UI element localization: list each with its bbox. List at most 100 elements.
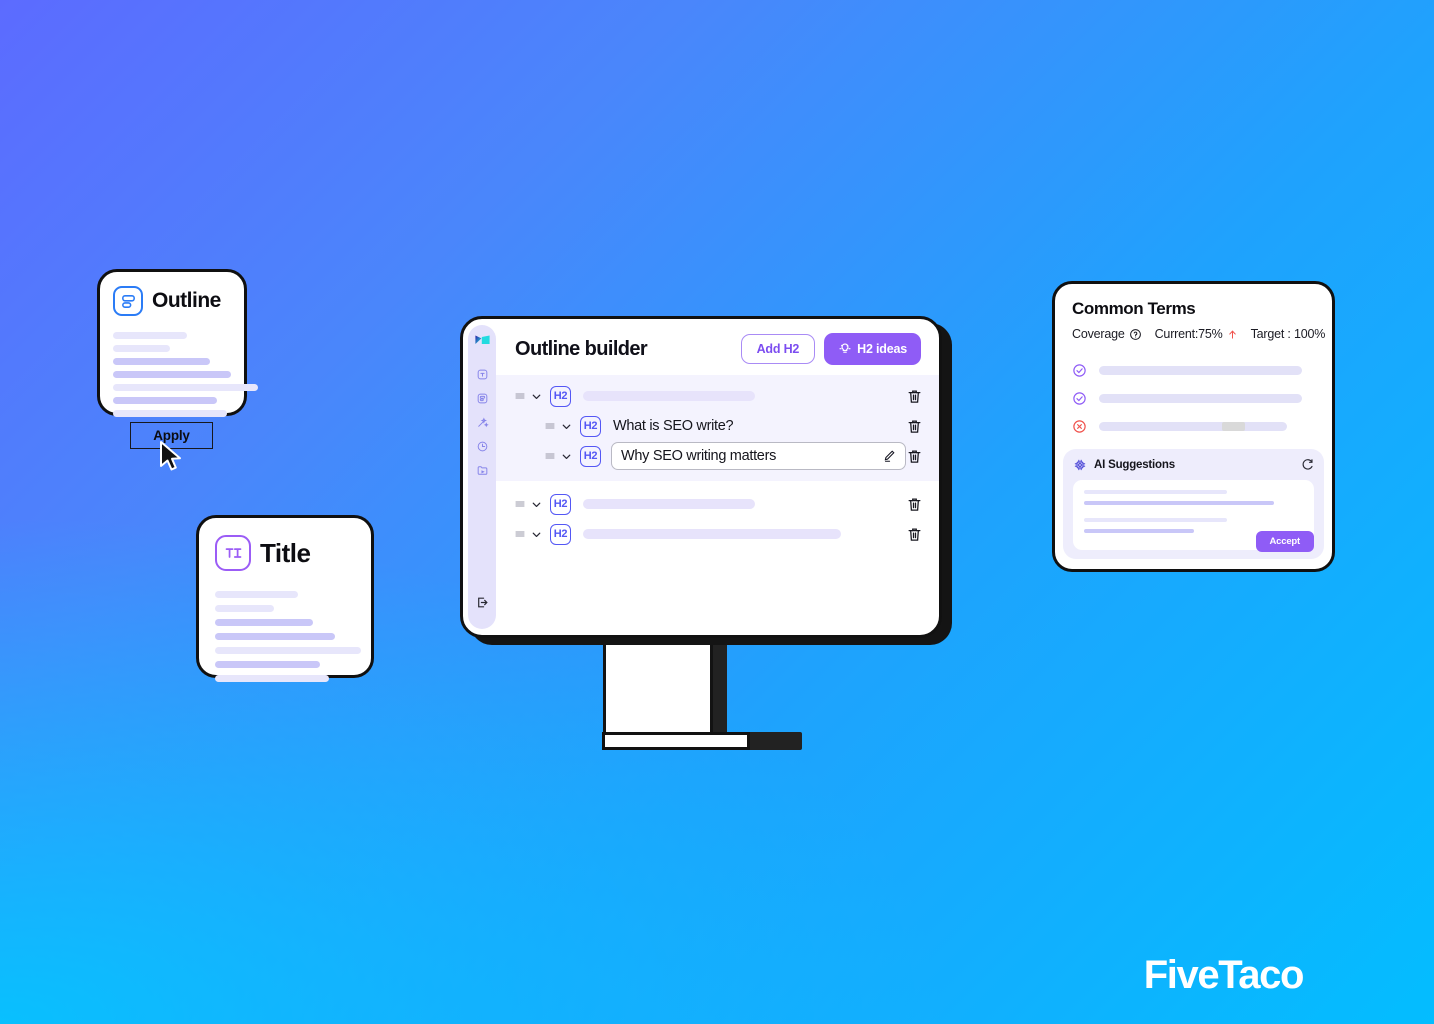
common-terms-card: Common Terms Coverage Current:75% Target… <box>1052 281 1335 572</box>
title-text-icon <box>215 535 251 571</box>
app-sidebar <box>468 325 496 629</box>
common-term-bar <box>1099 422 1287 431</box>
heading-placeholder-bar <box>583 391 755 401</box>
accept-suggestion-button[interactable]: Accept <box>1255 531 1314 552</box>
ai-chip-icon <box>1074 459 1086 471</box>
app-logo-icon[interactable] <box>474 332 491 349</box>
skeleton-line <box>113 397 217 404</box>
h2-ideas-label: H2 ideas <box>857 342 907 356</box>
target-coverage-group: Target : 100% <box>1251 327 1326 341</box>
drag-handle-icon[interactable] <box>544 450 556 462</box>
heading-text-value: What is SEO write? <box>613 418 734 434</box>
folder-icon[interactable] <box>476 464 489 477</box>
common-terms-head: Common Terms Coverage Current:75% Target… <box>1055 284 1332 434</box>
skeleton-line <box>215 633 335 640</box>
add-h2-button[interactable]: Add H2 <box>740 334 816 364</box>
fivetaco-watermark: FiveTaco <box>1143 953 1305 997</box>
heading-level-tag[interactable]: H2 <box>580 445 601 467</box>
ai-suggestions-panel: AI Suggestions Accept <box>1063 449 1324 559</box>
chevron-down-icon[interactable] <box>530 498 543 511</box>
accept-label: Accept <box>1269 536 1301 547</box>
common-terms-title: Common Terms <box>1072 299 1196 318</box>
outline-row[interactable]: H2 <box>496 381 939 411</box>
monitor-mockup: Outline builder Add H2 H2 ideas H2 H2 Wh… <box>460 316 952 756</box>
skeleton-line <box>113 384 258 391</box>
common-term-gap <box>1222 422 1245 431</box>
outline-blocks-icon <box>113 286 143 316</box>
skeleton-line <box>215 605 274 612</box>
trash-icon[interactable] <box>906 526 923 543</box>
outline-row[interactable]: H2 <box>496 489 939 519</box>
common-term-row <box>1072 363 1315 378</box>
app-main: Outline builder Add H2 H2 ideas H2 H2 Wh… <box>496 319 939 635</box>
outline-row[interactable]: H2 <box>496 519 939 549</box>
logout-icon[interactable] <box>476 596 489 609</box>
skeleton-line <box>113 345 170 352</box>
outline-row[interactable]: H2 What is SEO write? <box>496 411 939 441</box>
h2-ideas-button[interactable]: H2 ideas <box>824 333 921 365</box>
common-term-row <box>1072 391 1315 406</box>
check-circle-icon <box>1073 364 1086 377</box>
heading-text-input[interactable]: Why SEO writing matters <box>611 442 906 470</box>
sidebar-icon-list <box>476 368 489 488</box>
title-card-skeleton <box>215 591 361 682</box>
skeleton-line <box>215 619 313 626</box>
trash-icon[interactable] <box>906 388 923 405</box>
skeleton-line <box>113 358 210 365</box>
outline-tool-icon[interactable] <box>476 392 489 405</box>
x-circle-icon <box>1073 420 1086 433</box>
heading-level-tag[interactable]: H2 <box>580 415 601 437</box>
skeleton-line <box>1084 490 1227 494</box>
history-clock-icon[interactable] <box>476 440 489 453</box>
skeleton-line <box>1084 518 1227 522</box>
skeleton-line <box>113 371 231 378</box>
chevron-down-icon[interactable] <box>530 390 543 403</box>
common-term-row <box>1072 419 1315 434</box>
outline-row[interactable]: H2 Why SEO writing matters <box>496 441 939 471</box>
ai-suggestions-header: AI Suggestions <box>1073 458 1314 472</box>
refresh-icon[interactable] <box>1300 458 1314 472</box>
heading-level-tag[interactable]: H2 <box>550 493 571 515</box>
chevron-down-icon[interactable] <box>560 420 573 433</box>
drag-handle-icon[interactable] <box>514 498 526 510</box>
outline-card-skeleton <box>113 332 258 417</box>
help-circle-icon[interactable] <box>1129 328 1142 341</box>
arrow-up-icon <box>1228 329 1236 339</box>
header-actions: Add H2 H2 ideas <box>740 333 921 365</box>
chevron-down-icon[interactable] <box>530 528 543 541</box>
outline-rows-group: H2 H2 What is SEO write? H2 Why SEO writing … <box>496 375 939 481</box>
common-term-bar <box>1099 366 1302 375</box>
chevron-down-icon[interactable] <box>560 450 573 463</box>
drag-handle-icon[interactable] <box>544 420 556 432</box>
title-card-title: Title <box>260 537 311 568</box>
heading-text-value: Why SEO writing matters <box>621 448 777 464</box>
pencil-edit-icon[interactable] <box>882 449 896 463</box>
page-title: Outline builder <box>515 337 648 360</box>
monitor-stand-post <box>713 637 727 747</box>
trash-icon[interactable] <box>906 418 923 435</box>
skeleton-line <box>113 332 187 339</box>
drag-handle-icon[interactable] <box>514 528 526 540</box>
magic-wand-icon[interactable] <box>476 416 489 429</box>
drag-handle-icon[interactable] <box>514 390 526 402</box>
ai-suggestion-content: Accept <box>1073 480 1314 552</box>
monitor-stand-neck <box>603 637 713 747</box>
current-coverage-label: Current:75% <box>1154 327 1223 341</box>
heading-level-tag[interactable]: H2 <box>550 523 571 545</box>
trash-icon[interactable] <box>906 496 923 513</box>
skeleton-line <box>1084 529 1194 533</box>
outline-card-title: Outline <box>152 289 221 312</box>
coverage-label: Coverage <box>1072 327 1125 341</box>
heading-level-tag[interactable]: H2 <box>550 385 571 407</box>
current-coverage-group: Current:75% <box>1155 327 1238 341</box>
skeleton-line <box>113 410 227 417</box>
title-tool-icon[interactable] <box>476 368 489 381</box>
target-coverage-label: Target : 100% <box>1250 327 1326 341</box>
trash-icon[interactable] <box>906 448 923 465</box>
add-h2-label: Add H2 <box>756 342 800 356</box>
mouse-cursor-icon <box>160 441 181 471</box>
outline-card-header: Outline <box>113 286 231 316</box>
skeleton-line <box>1084 501 1274 505</box>
skeleton-line <box>215 675 329 682</box>
heading-placeholder-bar <box>583 499 755 509</box>
